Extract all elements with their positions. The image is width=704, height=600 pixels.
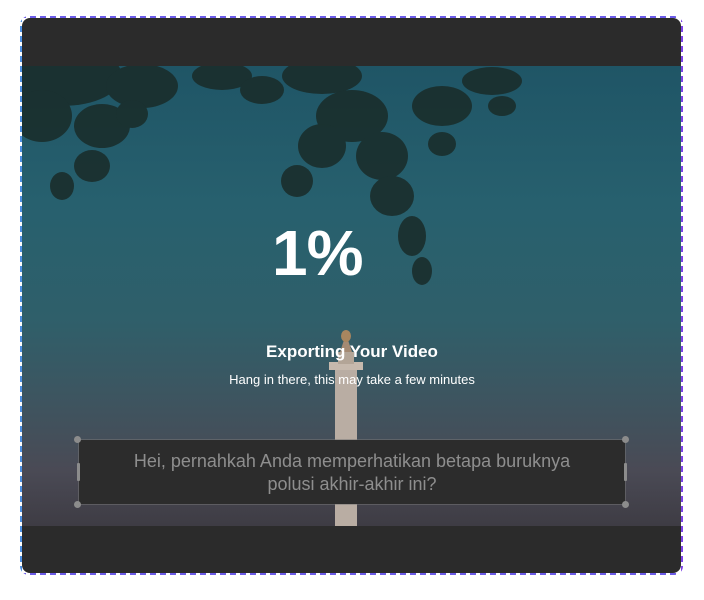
resize-handle-top-right[interactable] — [622, 436, 629, 443]
resize-handle-bottom-left[interactable] — [74, 501, 81, 508]
export-subtitle: Hang in there, this may take a few minut… — [229, 372, 475, 387]
resize-handle-right[interactable] — [624, 463, 627, 481]
resize-handle-top-left[interactable] — [74, 436, 81, 443]
resize-handle-left[interactable] — [77, 463, 80, 481]
caption-line-1: Hei, pernahkah Anda memperhatikan betapa… — [133, 451, 571, 471]
caption-line-2: polusi akhir-akhir ini? — [267, 474, 437, 494]
video-player: 1% Exporting Your Video Hang in there, t… — [22, 18, 681, 573]
resize-handle-bottom-right[interactable] — [622, 501, 629, 508]
export-progress-percent: 1% — [272, 217, 364, 289]
caption-text-box[interactable]: Hei, pernahkah Anda memperhatikan betapa… — [79, 440, 625, 504]
export-title: Exporting Your Video — [266, 342, 438, 361]
